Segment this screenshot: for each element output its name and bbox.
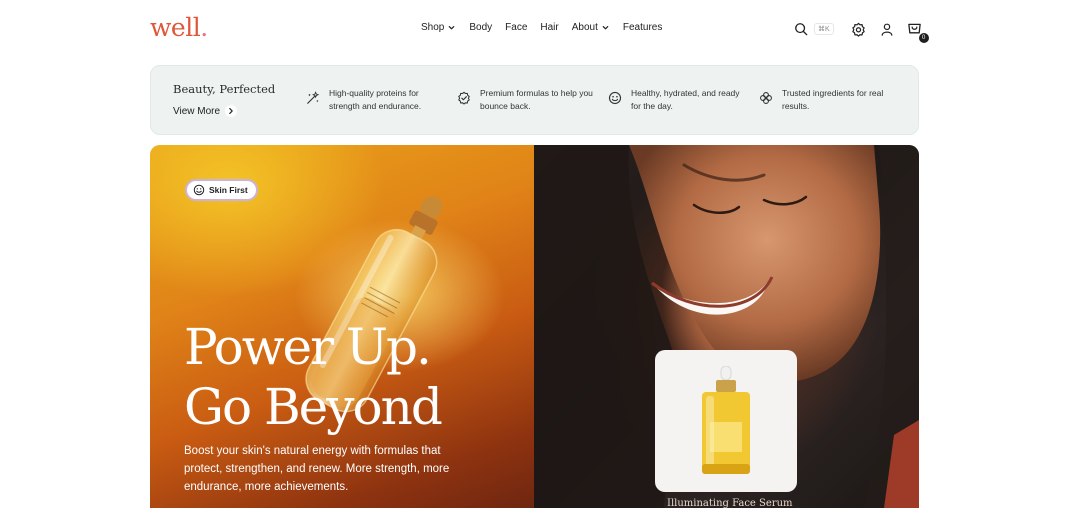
smile-icon [193, 184, 205, 196]
hero-headline: Power Up. Go Beyond [184, 317, 443, 437]
nav-item-features[interactable]: Features [623, 22, 662, 33]
view-more-link[interactable]: View More [173, 105, 238, 117]
hero-banner: Skin First Power Up. Go Beyond Boost you… [150, 145, 919, 508]
badge-label: Skin First [209, 185, 248, 195]
nav-item-hair[interactable]: Hair [540, 22, 558, 33]
nav-item-shop[interactable]: Shop [421, 22, 456, 33]
search-button[interactable] [792, 20, 810, 38]
nav-item-label: Features [622, 22, 663, 33]
benefit-item: Premium formulas to help you bounce back… [457, 87, 600, 113]
settings-icon [852, 22, 865, 37]
settings-button[interactable] [850, 20, 868, 38]
benefit-text: Trusted ingredients for real results. [782, 88, 884, 111]
nav-item-label: Shop [421, 22, 445, 33]
view-more-label: View More [173, 105, 221, 117]
account-button[interactable] [878, 20, 896, 38]
sparkle-wand-icon [307, 91, 320, 104]
chevron-down-icon [449, 26, 455, 30]
cart-button[interactable]: 0 [906, 20, 929, 43]
featured-product-card[interactable] [655, 350, 797, 492]
header-tools: ⌘K 0 [792, 20, 929, 43]
clover-icon [760, 92, 772, 104]
nav-item-face[interactable]: Face [505, 22, 527, 33]
cart-count-badge: 0 [918, 33, 929, 43]
benefit-text: High-quality proteins for strength and e… [329, 88, 422, 111]
chevron-down-icon [602, 26, 609, 30]
nav-item-about[interactable]: About [572, 22, 610, 33]
benefit-item: Trusted ingredients for real results. [759, 87, 902, 113]
headline-line-1: Power Up. [184, 318, 432, 376]
badge-check-icon [458, 91, 470, 105]
benefits-title: Beauty, Perfected [173, 82, 276, 96]
nav-item-body[interactable]: Body [469, 22, 492, 33]
nav-item-label: Body [469, 22, 493, 33]
benefits-bar: Beauty, Perfected View More High-quality… [150, 65, 919, 135]
main-nav: Shop Body Face Hair About Features [421, 22, 662, 33]
search-icon [795, 23, 808, 36]
benefit-text: Premium formulas to help you bounce back… [480, 88, 593, 111]
skin-first-badge: Skin First [185, 179, 258, 201]
chevron-right-icon [225, 105, 238, 117]
headline-line-2: Go Beyond [184, 378, 443, 436]
benefit-item: Healthy, hydrated, and ready for the day… [608, 87, 751, 113]
brand-logo[interactable]: well. [150, 13, 208, 42]
hero-body-text: Boost your skin's natural energy with fo… [184, 445, 450, 493]
serum-product-image [702, 366, 750, 474]
site-header: well. Shop Body Face Hair About Features… [0, 0, 1068, 58]
logo-dot: . [200, 13, 208, 42]
smile-icon [608, 91, 622, 105]
search-shortcut-hint: ⌘K [814, 23, 834, 35]
nav-item-label: About [571, 22, 598, 33]
benefit-text: Healthy, hydrated, and ready for the day… [631, 88, 740, 111]
nav-item-label: Face [505, 22, 528, 33]
account-icon [881, 23, 893, 36]
logo-text: well [150, 13, 201, 42]
benefit-item: High-quality proteins for strength and e… [306, 87, 449, 113]
nav-item-label: Hair [540, 22, 559, 33]
hero-left-panel: Skin First Power Up. Go Beyond Boost you… [150, 145, 534, 508]
featured-product-name: Illuminating Face Serum [667, 498, 793, 508]
hero-right-panel: Illuminating Face Serum [534, 145, 919, 508]
